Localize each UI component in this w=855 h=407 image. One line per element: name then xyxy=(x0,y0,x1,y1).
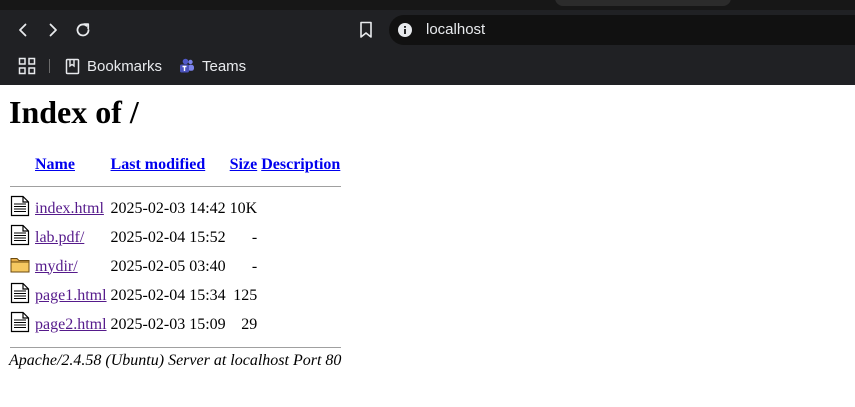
folder-link[interactable]: mydir/ xyxy=(35,258,78,275)
table-row: page1.html 2025-02-04 15:34 125 xyxy=(10,282,341,309)
row-description-cell xyxy=(260,195,341,222)
row-name-cell: index.html xyxy=(34,195,108,222)
sort-by-size-link[interactable]: Size xyxy=(230,156,258,173)
bookmarks-folder-icon xyxy=(65,58,80,74)
column-header-description: Description xyxy=(260,153,341,177)
tab-strip xyxy=(0,0,855,10)
file-icon xyxy=(10,195,30,217)
row-modified-cell: 2025-02-04 15:34 xyxy=(110,286,226,304)
table-row: page2.html 2025-02-03 15:09 29 xyxy=(10,311,341,338)
back-button[interactable] xyxy=(11,18,35,42)
bookmark-item-teams[interactable]: Teams xyxy=(179,55,246,77)
sort-by-name-link[interactable]: Name xyxy=(35,156,75,173)
row-size-cell: 29 xyxy=(241,315,258,333)
browser-toolbar: localhost xyxy=(0,10,855,50)
row-description-cell xyxy=(260,311,341,338)
site-info-icon[interactable] xyxy=(397,22,413,38)
apps-grid-icon[interactable] xyxy=(18,57,36,75)
file-icon xyxy=(10,311,30,333)
row-modified-cell: 2025-02-03 15:09 xyxy=(110,315,226,333)
table-row: mydir/ 2025-02-05 03:40 - xyxy=(10,253,341,280)
top-divider xyxy=(10,185,342,187)
row-icon-cell xyxy=(10,224,32,251)
file-icon xyxy=(10,282,30,304)
row-size-cell: 10K xyxy=(229,199,258,217)
table-row: index.html 2025-02-03 14:42 10K xyxy=(10,195,341,222)
bookmark-page-button[interactable] xyxy=(355,18,377,42)
bookmark-label: Bookmarks xyxy=(87,57,163,75)
row-icon-cell xyxy=(10,282,32,309)
reload-button[interactable] xyxy=(71,18,95,42)
header-icon-spacer xyxy=(10,153,32,177)
row-name-cell: page2.html xyxy=(34,311,108,338)
file-icon xyxy=(10,224,30,246)
address-url[interactable]: localhost xyxy=(426,21,485,39)
address-bar[interactable]: localhost xyxy=(389,15,855,45)
browser-chrome: localhost Bookmarks Teams xyxy=(0,0,855,85)
file-link[interactable]: lab.pdf/ xyxy=(35,229,84,246)
bookmark-icon xyxy=(360,21,372,38)
row-name-cell: lab.pdf/ xyxy=(34,224,108,251)
forward-button[interactable] xyxy=(41,18,65,42)
page-title: Index of / xyxy=(9,94,139,130)
bookmarks-bar: Bookmarks Teams xyxy=(0,50,855,85)
bookmark-item-bookmarks[interactable]: Bookmarks xyxy=(65,55,162,77)
row-description-cell xyxy=(260,253,341,280)
sort-by-description-link[interactable]: Description xyxy=(261,156,340,173)
table-row: lab.pdf/ 2025-02-04 15:52 - xyxy=(10,224,341,251)
row-icon-cell xyxy=(10,195,32,222)
page-content: Index of / Name Last modified Size Descr… xyxy=(0,85,855,407)
row-size-cell: - xyxy=(251,228,258,246)
table-header-row: Name Last modified Size Description xyxy=(10,153,341,177)
folder-icon xyxy=(10,258,30,273)
tab[interactable] xyxy=(555,0,731,6)
row-name-cell: page1.html xyxy=(34,282,108,309)
directory-listing-table: Name Last modified Size Description inde… xyxy=(8,151,343,356)
separator-cell xyxy=(10,179,342,193)
row-modified-cell: 2025-02-04 15:52 xyxy=(110,228,226,246)
row-size-cell: - xyxy=(251,257,258,275)
row-size-cell: 125 xyxy=(233,286,258,304)
bookmark-label: Teams xyxy=(202,57,247,75)
row-icon-cell xyxy=(10,253,32,280)
forward-arrow-icon xyxy=(49,23,57,37)
back-arrow-icon xyxy=(19,23,27,37)
teams-icon xyxy=(180,58,194,73)
reload-icon xyxy=(76,23,90,37)
server-signature: Apache/2.4.58 (Ubuntu) Server at localho… xyxy=(9,352,342,369)
column-header-size: Size xyxy=(229,153,259,177)
row-name-cell: mydir/ xyxy=(34,253,108,280)
row-modified-cell: 2025-02-05 03:40 xyxy=(110,257,226,275)
file-link[interactable]: page2.html xyxy=(35,316,107,333)
row-modified-cell: 2025-02-03 14:42 xyxy=(110,199,226,217)
row-description-cell xyxy=(260,282,341,309)
row-description-cell xyxy=(260,224,341,251)
file-link[interactable]: index.html xyxy=(35,200,104,217)
column-header-last-modified: Last modified xyxy=(110,153,227,177)
sort-by-last-modified-link[interactable]: Last modified xyxy=(111,156,206,173)
separator-row xyxy=(10,179,342,193)
column-header-name: Name xyxy=(34,153,108,177)
bottom-divider xyxy=(10,346,342,348)
row-icon-cell xyxy=(10,311,32,338)
bookmarks-separator xyxy=(49,59,50,73)
file-link[interactable]: page1.html xyxy=(35,287,107,304)
